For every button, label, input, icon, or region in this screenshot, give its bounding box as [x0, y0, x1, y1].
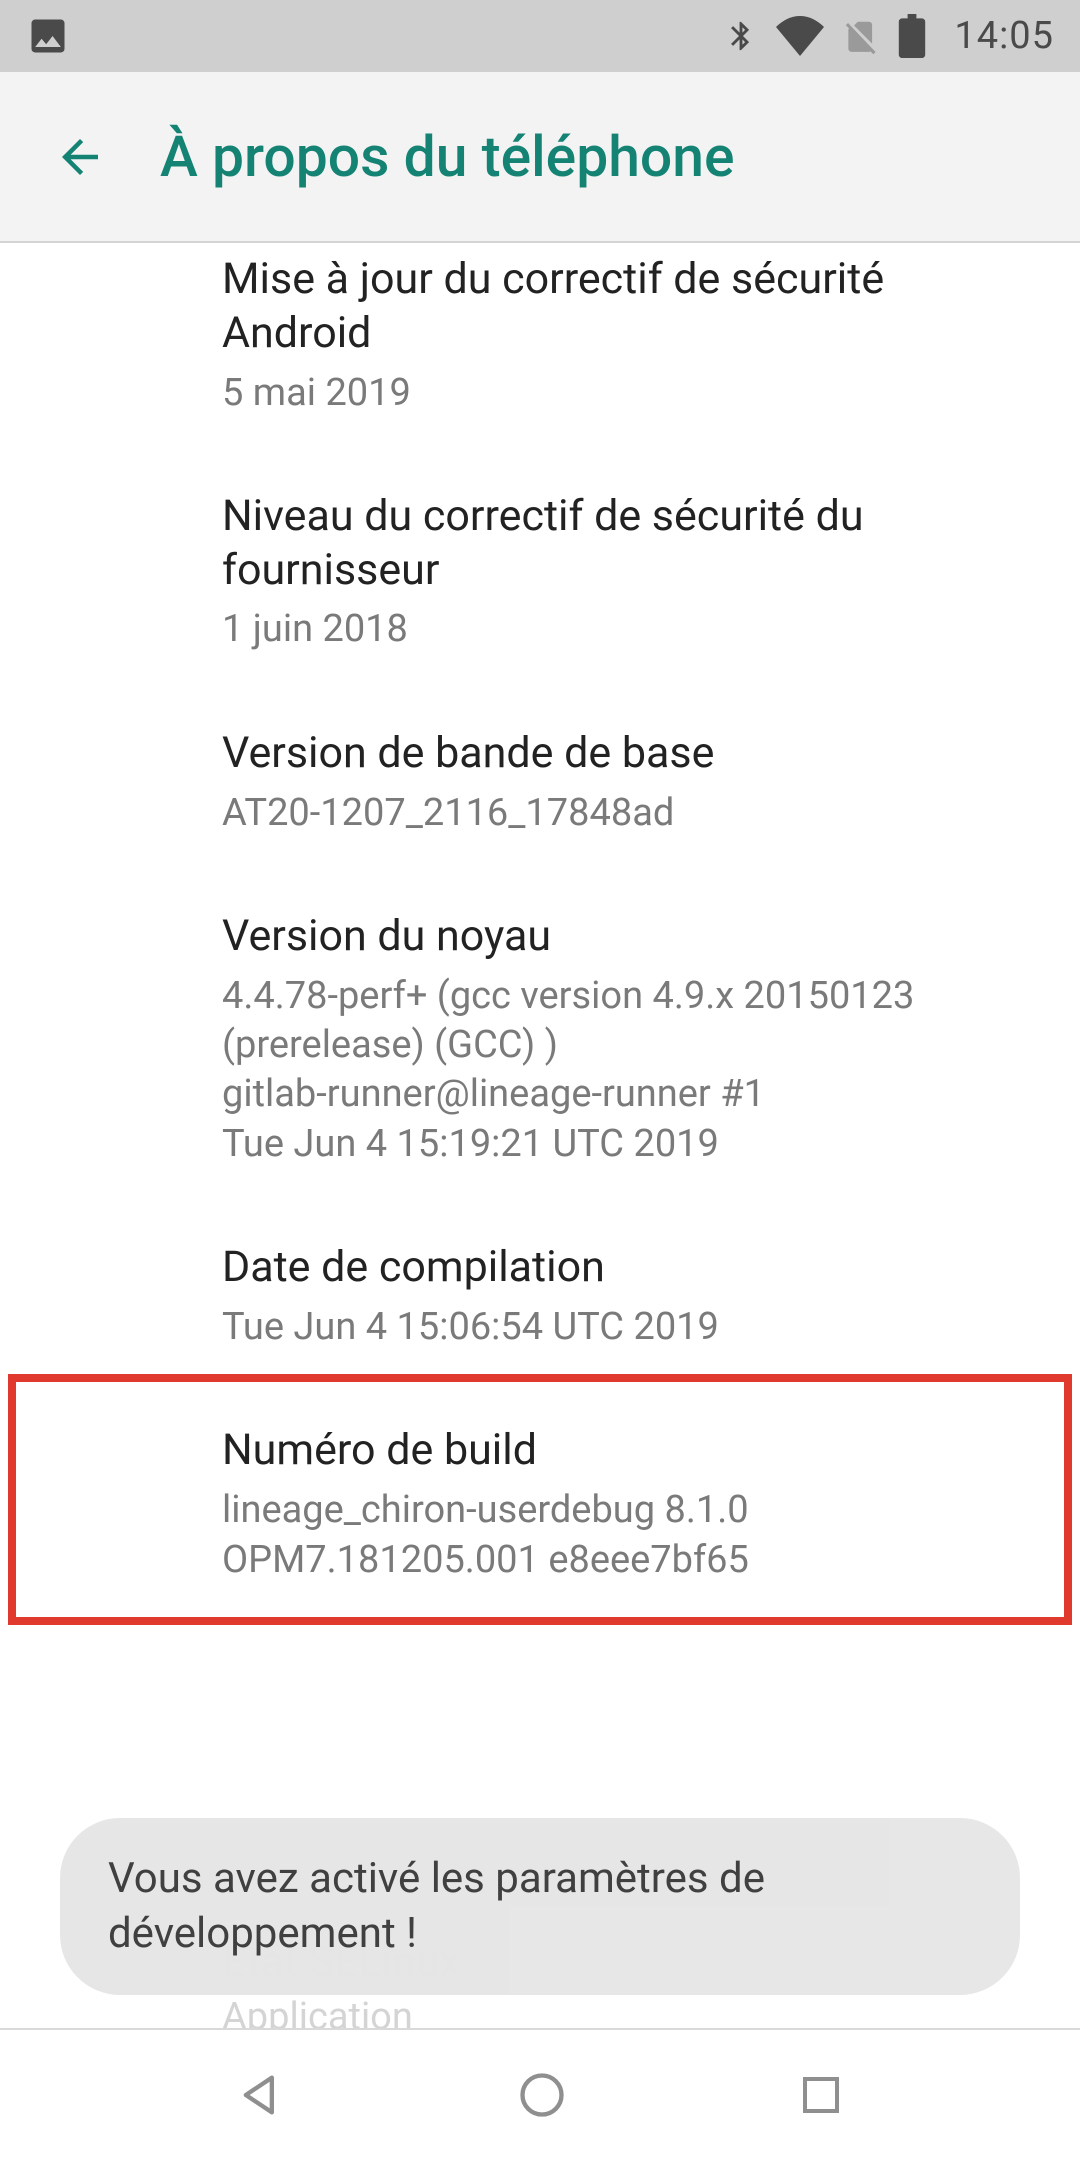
status-time: 14:05	[954, 14, 1054, 58]
no-sim-icon	[842, 14, 880, 58]
settings-list: Mise à jour du correctif de sécurité And…	[0, 243, 1080, 2028]
item-title: Version du noyau	[222, 910, 1040, 964]
toast-message: Vous avez activé les paramètres de dével…	[60, 1818, 1020, 1995]
item-security-update[interactable]: Mise à jour du correctif de sécurité And…	[222, 245, 1040, 454]
bluetooth-icon	[724, 14, 758, 58]
nav-home-button[interactable]	[516, 2069, 568, 2121]
wifi-icon	[776, 15, 824, 57]
page-title: À propos du téléphone	[160, 123, 735, 190]
highlight-annotation	[8, 1374, 1072, 1625]
battery-icon	[898, 14, 926, 58]
app-header: À propos du téléphone	[0, 72, 1080, 243]
item-selinux-sub-obscured: Application	[222, 1995, 413, 2028]
item-vendor-patch[interactable]: Niveau du correctif de sécurité du fourn…	[222, 454, 1040, 691]
toast-text: Vous avez activé les paramètres de dével…	[108, 1854, 765, 1958]
item-baseband[interactable]: Version de bande de base AT20-1207_2116_…	[222, 691, 1040, 874]
item-title: Niveau du correctif de sécurité du fourn…	[222, 490, 1040, 598]
nav-back-button[interactable]	[235, 2069, 287, 2121]
item-title: Version de bande de base	[222, 727, 1040, 781]
navigation-bar	[0, 2028, 1080, 2160]
item-title: Mise à jour du correctif de sécurité And…	[222, 253, 1040, 361]
item-build-date[interactable]: Date de compilation Tue Jun 4 15:06:54 U…	[222, 1205, 1040, 1388]
image-icon	[26, 14, 70, 58]
item-subtitle: 4.4.78-perf+ (gcc version 4.9.x 20150123…	[222, 972, 1040, 1170]
status-bar: 14:05	[0, 0, 1080, 72]
item-kernel[interactable]: Version du noyau 4.4.78-perf+ (gcc versi…	[222, 874, 1040, 1205]
item-subtitle: Tue Jun 4 15:06:54 UTC 2019	[222, 1303, 1040, 1352]
item-subtitle: 1 juin 2018	[222, 605, 1040, 654]
item-subtitle: AT20-1207_2116_17848ad	[222, 789, 1040, 838]
nav-recents-button[interactable]	[797, 2071, 845, 2119]
item-title: Date de compilation	[222, 1241, 1040, 1295]
item-subtitle: 5 mai 2019	[222, 369, 1040, 418]
back-button[interactable]	[44, 121, 116, 193]
